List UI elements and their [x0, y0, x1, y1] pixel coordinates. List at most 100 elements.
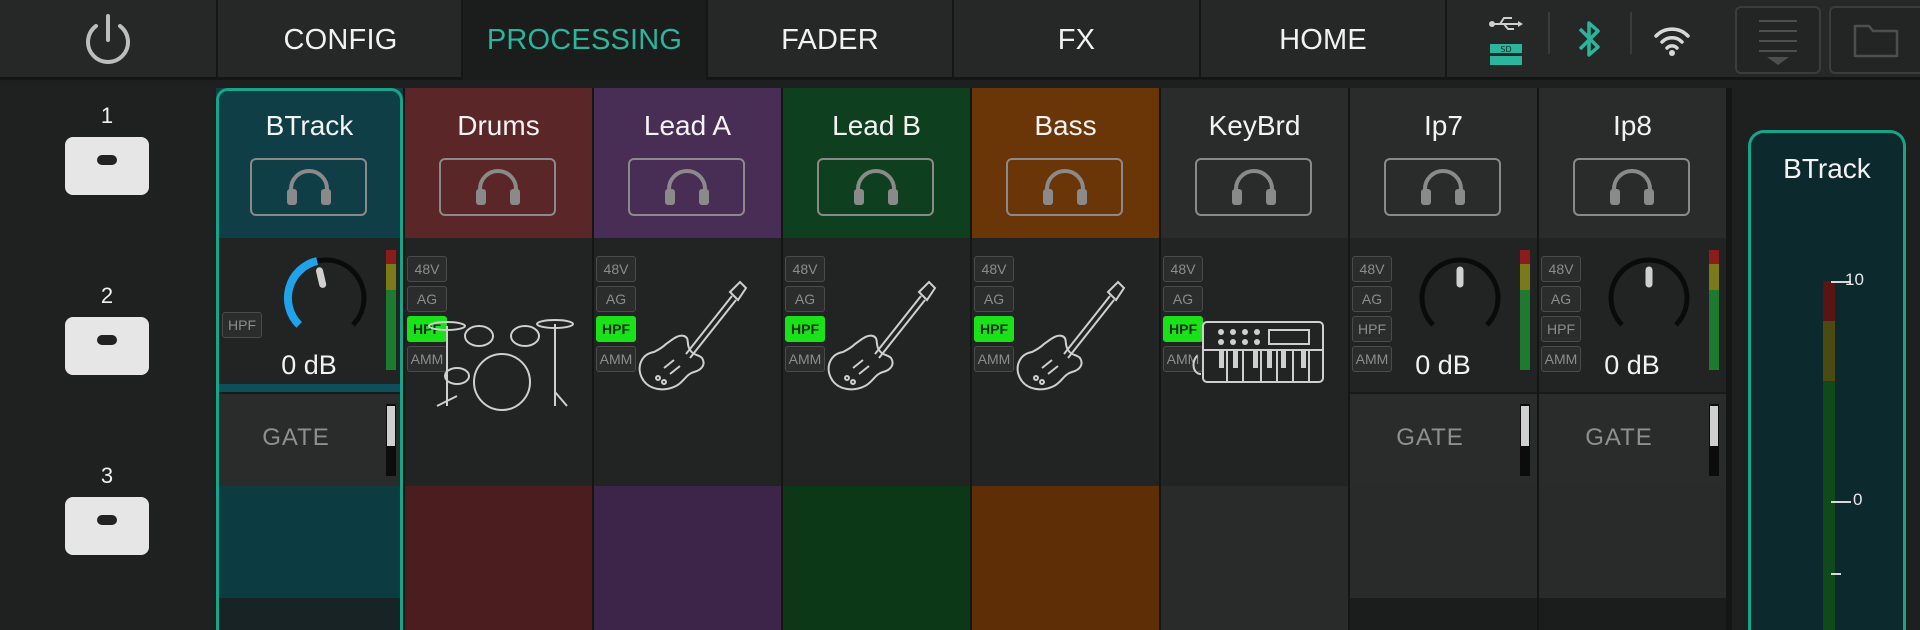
master-meter: [1823, 281, 1835, 630]
bluetooth-status: [1565, 0, 1613, 80]
channel-footer-shade: [1539, 598, 1726, 630]
gain-knob[interactable]: [1350, 88, 1537, 388]
scene-3-button[interactable]: [65, 497, 149, 555]
instrument-image: [813, 274, 943, 409]
tab-processing-label: PROCESSING: [486, 23, 683, 56]
scene-1: 1: [0, 103, 214, 200]
svg-text:SD: SD: [1500, 45, 1511, 54]
headphones-button[interactable]: [1006, 158, 1123, 216]
gate-section[interactable]: GATE: [216, 392, 403, 486]
channel-name: Lead A: [643, 110, 732, 141]
channel-footer: [1161, 486, 1348, 630]
headphones-icon: [1231, 169, 1276, 205]
guitar-icon: [1016, 280, 1126, 391]
usb-sd-status: SD: [1480, 0, 1532, 80]
channel-footer-shade: [1350, 598, 1537, 630]
keyboard-icon: [1192, 321, 1324, 383]
headphones-button[interactable]: [439, 158, 556, 216]
channel-strip-drums[interactable]: Drums 48V AG HPF AMM: [405, 88, 592, 630]
gate-label: GATE: [1396, 424, 1464, 451]
channel-strip-bass[interactable]: Bass 48V AG HPF AMM: [972, 88, 1159, 630]
gate-section[interactable]: GATE: [1539, 392, 1726, 486]
gain-knob[interactable]: [1539, 88, 1726, 388]
scene-1-button[interactable]: [65, 137, 149, 195]
gain-value: 0 dB: [281, 350, 337, 380]
channel-strips: BTrack HPF 0 dB GATE Drums 48V AG HPF AMM Lead A4…: [216, 88, 1732, 630]
tab-fader-label: FADER: [781, 23, 879, 56]
folder-icon: [1853, 24, 1898, 58]
instrument-image: [1189, 302, 1329, 397]
top-bar: CONFIG PROCESSING FADER FX HOME SD: [0, 0, 1920, 80]
channel-name: Drums: [457, 110, 540, 141]
menu-dropdown-icon: [1759, 20, 1797, 65]
input-meter: [386, 250, 396, 370]
tab-home[interactable]: HOME: [1201, 0, 1447, 80]
mixer-app: CONFIG PROCESSING FADER FX HOME SD 1 2 3…: [0, 0, 1920, 630]
tab-config[interactable]: CONFIG: [220, 0, 463, 80]
channel-footer: [783, 486, 970, 630]
48v-toggle[interactable]: 48V: [407, 256, 447, 282]
wifi-icon: [1654, 27, 1690, 56]
channel-name: Bass: [1034, 110, 1097, 141]
gain-value: 0 dB: [1604, 350, 1660, 380]
headphones-button[interactable]: [817, 158, 934, 216]
usb-sd-icon: SD: [1489, 17, 1523, 65]
channel-strip-ip7[interactable]: Ip7 48V AG HPF AMM 0 dB GATE: [1350, 88, 1537, 630]
scale-tick: [1831, 501, 1851, 503]
guitar-icon: [827, 280, 937, 391]
guitar-icon: [638, 280, 748, 391]
headphones-button[interactable]: [1195, 158, 1312, 216]
wifi-status: [1646, 0, 1698, 80]
scale-tick: [1831, 573, 1841, 575]
gate-label: GATE: [1585, 424, 1653, 451]
instrument-image: [1002, 274, 1132, 409]
tab-config-label: CONFIG: [283, 23, 398, 56]
channel-strip-ip8[interactable]: Ip8 48V AG HPF AMM 0 dB GATE: [1539, 88, 1726, 630]
status-divider: [1630, 12, 1632, 54]
gate-section[interactable]: GATE: [1350, 392, 1537, 486]
headphones-icon: [475, 169, 520, 205]
tab-home-label: HOME: [1279, 23, 1367, 56]
gate-slider[interactable]: [1520, 404, 1530, 476]
master-channel[interactable]: BTrack 10 0: [1748, 130, 1906, 630]
master-name: BTrack: [1783, 153, 1871, 184]
gain-knob[interactable]: [216, 88, 403, 388]
input-meter: [1709, 250, 1719, 370]
folder-button[interactable]: [1829, 6, 1920, 74]
scene-number: 1: [100, 103, 114, 128]
tab-processing[interactable]: PROCESSING: [463, 0, 708, 80]
channel-name: Lead B: [832, 110, 921, 141]
tab-fx-label: FX: [1057, 23, 1096, 56]
channel-strip-lead-a[interactable]: Lead A 48V AG HPF AMM: [594, 88, 781, 630]
gate-label: GATE: [262, 424, 330, 451]
selection-bar: [216, 384, 403, 392]
input-meter: [1520, 250, 1530, 370]
scene-2-button[interactable]: [65, 317, 149, 375]
tab-fx[interactable]: FX: [954, 0, 1201, 80]
channel-strip-keybrd[interactable]: KeyBrd 48V AG HPF AMM: [1161, 88, 1348, 630]
gate-slider[interactable]: [386, 404, 396, 476]
headphones-button[interactable]: [628, 158, 745, 216]
scene-2: 2: [0, 283, 214, 380]
channel-footer-shade: [216, 598, 403, 630]
scale-label-10: 10: [1845, 270, 1864, 289]
menu-dropdown-button[interactable]: [1735, 6, 1821, 74]
gate-slider[interactable]: [1709, 404, 1719, 476]
gain-value: 0 dB: [1415, 350, 1471, 380]
power-button[interactable]: [0, 0, 218, 80]
channel-footer: [405, 486, 592, 630]
headphones-icon: [664, 169, 709, 205]
headphones-icon: [1042, 169, 1087, 205]
power-icon: [86, 14, 130, 64]
instrument-image: [624, 274, 754, 409]
channel-strip-lead-b[interactable]: Lead B 48V AG HPF AMM: [783, 88, 970, 630]
48v-toggle[interactable]: 48V: [1163, 256, 1203, 282]
bluetooth-icon: [1578, 21, 1600, 57]
scene-3: 3: [0, 463, 214, 560]
channel-strip-btrack[interactable]: BTrack HPF 0 dB GATE: [216, 88, 403, 630]
scene-number: 2: [100, 283, 114, 308]
drums-icon: [428, 319, 574, 411]
scene-column: 1 2 3: [0, 83, 214, 630]
tab-fader[interactable]: FADER: [708, 0, 954, 80]
status-divider: [1548, 12, 1550, 54]
